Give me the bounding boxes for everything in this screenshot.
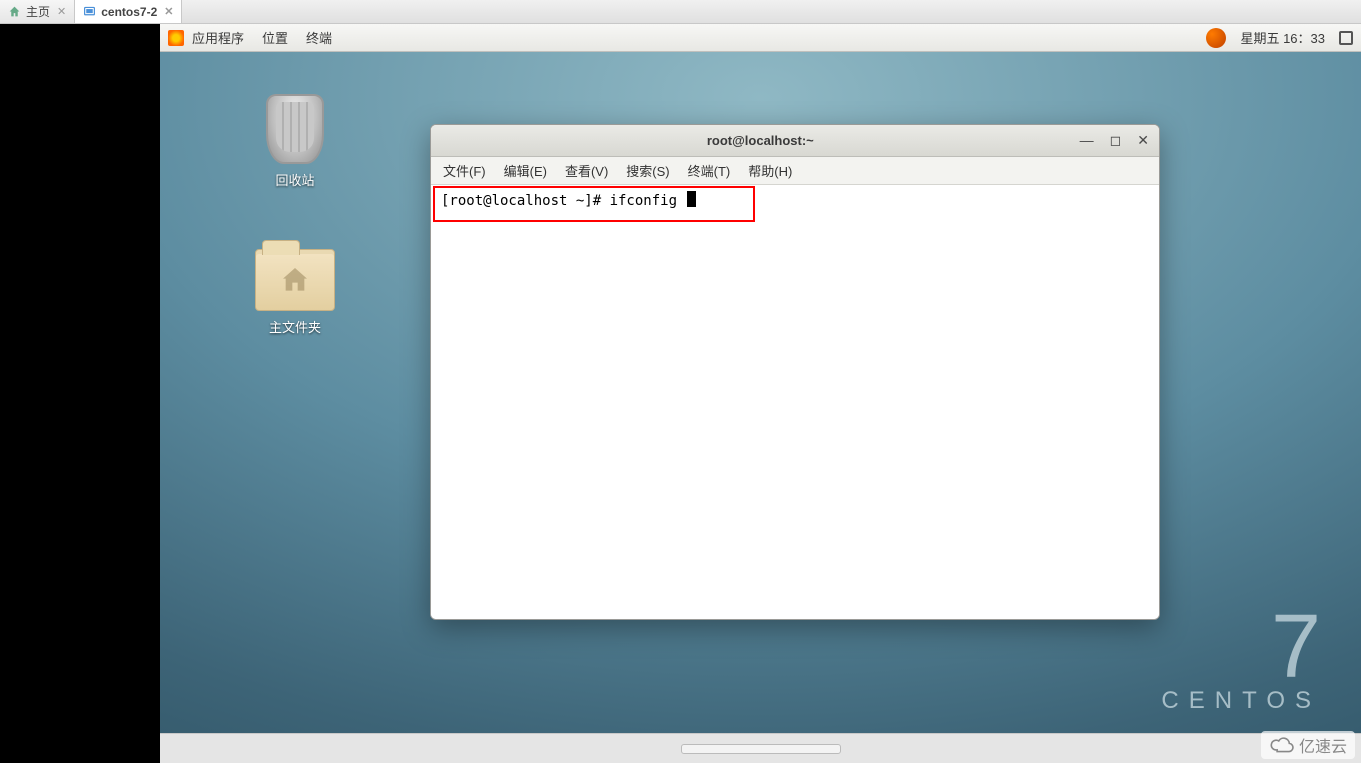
- folder-icon: [255, 249, 335, 311]
- gnome-top-bar: 应用程序 位置 终端 星期五 16：33: [160, 24, 1361, 52]
- vm-icon: [83, 5, 96, 18]
- cloud-label: 亿速云: [1299, 733, 1347, 757]
- terminal-menubar: 文件(F) 编辑(E) 查看(V) 搜索(S) 终端(T) 帮助(H): [431, 157, 1159, 185]
- power-icon[interactable]: [1206, 28, 1226, 48]
- desktop-icon-home[interactable]: 主文件夹: [240, 249, 350, 336]
- menu-search[interactable]: 搜索(S): [626, 161, 669, 180]
- clock-label[interactable]: 星期五 16：33: [1240, 28, 1325, 47]
- menu-help[interactable]: 帮助(H): [748, 161, 792, 180]
- cursor-icon: [687, 191, 696, 207]
- menu-edit[interactable]: 编辑(E): [504, 161, 547, 180]
- cloud-icon: [1269, 736, 1295, 754]
- host-tab-bar: 主页 ✕ centos7-2 ✕: [0, 0, 1361, 24]
- activities-icon: [168, 30, 184, 46]
- desktop-icon-label: 回收站: [240, 170, 350, 189]
- window-titlebar[interactable]: root@localhost:~ — ◻ ✕: [431, 125, 1159, 157]
- centos-word: CENTOS: [1161, 687, 1321, 715]
- host-sidebar: [0, 24, 160, 763]
- centos-numeral: 7: [1161, 611, 1321, 683]
- menu-applications[interactable]: 应用程序: [192, 28, 244, 47]
- cloud-watermark: 亿速云: [1261, 731, 1355, 759]
- close-icon[interactable]: ✕: [57, 5, 66, 18]
- bottom-bar: [160, 733, 1361, 763]
- terminal-window: root@localhost:~ — ◻ ✕ 文件(F) 编辑(E) 查看(V)…: [430, 124, 1160, 620]
- menu-terminal[interactable]: 终端(T): [688, 161, 731, 180]
- host-tab-centos[interactable]: centos7-2 ✕: [75, 0, 182, 23]
- highlighted-command: [root@localhost ~]# ifconfig: [433, 186, 755, 222]
- host-tab-label: 主页: [26, 3, 50, 20]
- desktop-icon-label: 主文件夹: [240, 317, 350, 336]
- menu-view[interactable]: 查看(V): [565, 161, 608, 180]
- window-title: root@localhost:~: [441, 133, 1080, 148]
- menu-places[interactable]: 位置: [262, 28, 288, 47]
- guest-desktop[interactable]: 应用程序 位置 终端 星期五 16：33 回收站 主文件夹 root@loc: [160, 24, 1361, 763]
- terminal-prompt: [root@localhost ~]# ifconfig: [441, 193, 685, 209]
- terminal-body[interactable]: [root@localhost ~]# ifconfig: [431, 185, 1159, 619]
- desktop-icon-trash[interactable]: 回收站: [240, 94, 350, 189]
- host-tab-label: centos7-2: [101, 5, 157, 19]
- host-tab-home[interactable]: 主页 ✕: [0, 0, 75, 23]
- taskbar-handle[interactable]: [681, 744, 841, 754]
- trash-icon: [266, 94, 324, 164]
- minimize-button[interactable]: —: [1080, 132, 1094, 149]
- maximize-button[interactable]: ◻: [1110, 132, 1122, 149]
- network-icon[interactable]: [1339, 31, 1353, 45]
- centos-watermark: 7 CENTOS: [1161, 611, 1321, 715]
- menu-terminal[interactable]: 终端: [306, 28, 332, 47]
- close-button[interactable]: ✕: [1137, 132, 1149, 149]
- menu-file[interactable]: 文件(F): [443, 161, 486, 180]
- home-icon: [8, 5, 21, 18]
- close-icon[interactable]: ✕: [164, 5, 173, 18]
